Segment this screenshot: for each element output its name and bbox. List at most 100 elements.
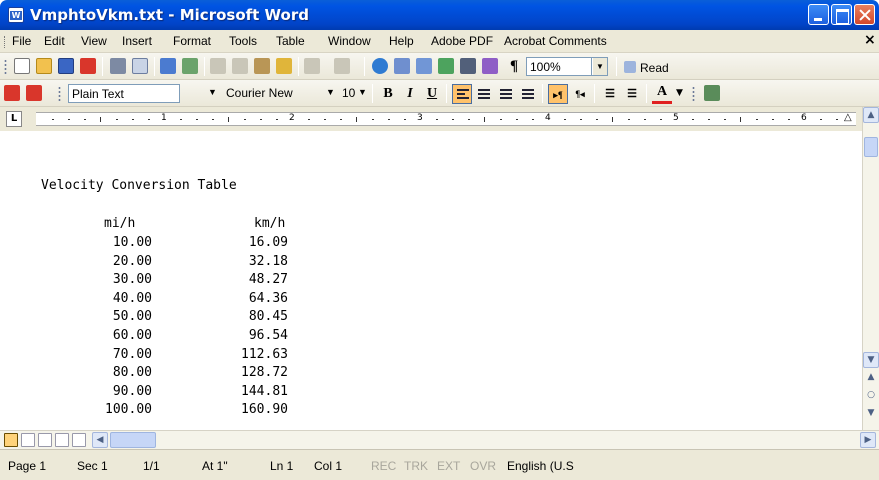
style-combo[interactable]: Plain Text (68, 84, 180, 103)
next-page-icon[interactable]: ▼ (863, 406, 879, 422)
new-document-icon[interactable] (14, 58, 30, 74)
zoom-dropdown[interactable]: ▼ (592, 57, 608, 76)
justify-button[interactable] (518, 84, 538, 104)
bold-button[interactable]: B (378, 84, 398, 104)
read-button[interactable]: Read (640, 61, 669, 75)
right-to-left-button[interactable]: ¶◂ (570, 84, 590, 104)
menu-help[interactable]: Help (389, 34, 414, 48)
bullets-button[interactable]: ☰ (622, 84, 642, 104)
italic-button[interactable]: I (400, 84, 420, 104)
align-left-button[interactable] (452, 84, 472, 104)
status-ext[interactable]: EXT (437, 459, 460, 473)
tables-borders-icon[interactable] (394, 58, 410, 74)
minimize-button[interactable] (808, 4, 829, 25)
ruler-number: 2 (289, 113, 295, 123)
open-folder-icon[interactable] (36, 58, 52, 74)
spelling-grammar-icon[interactable] (160, 58, 176, 74)
copy-icon[interactable] (232, 58, 248, 74)
font-combo[interactable]: ▼ Courier New (208, 84, 318, 103)
menu-file[interactable]: File (12, 34, 31, 48)
menu-acrobat-comments[interactable]: Acrobat Comments (504, 34, 607, 48)
separator (646, 84, 647, 103)
show-hide-pilcrow-icon[interactable]: ¶ (506, 58, 522, 74)
cut-icon[interactable] (210, 58, 226, 74)
outline-view-icon[interactable] (55, 433, 69, 447)
hyperlink-icon[interactable] (372, 58, 388, 74)
chevron-down-icon: ▼ (208, 87, 217, 97)
select-browse-object-icon[interactable]: ○ (863, 388, 879, 404)
drawing-icon[interactable] (482, 58, 498, 74)
close-button[interactable] (854, 4, 875, 25)
title-bar[interactable]: W VmphtoVkm.txt - Microsoft Word (0, 0, 879, 30)
ruler-tick (260, 119, 262, 120)
scroll-right-icon[interactable]: ▶ (860, 432, 876, 448)
toolbar-grip[interactable] (4, 59, 7, 75)
scroll-left-icon[interactable]: ◀ (92, 432, 108, 448)
zoom-combo[interactable]: 100% (526, 57, 592, 76)
menu-format[interactable]: Format (173, 34, 211, 48)
underline-button[interactable]: U (422, 84, 442, 104)
mph-value: 10.00 (112, 235, 152, 250)
left-to-right-button[interactable]: ▸¶ (548, 84, 568, 104)
document-page[interactable]: Velocity Conversion Table mi/h km/h 10.0… (0, 131, 862, 430)
reading-layout-view-icon[interactable] (72, 433, 86, 447)
format-painter-icon[interactable] (276, 58, 292, 74)
horizontal-scroll-thumb[interactable] (110, 432, 156, 448)
previous-page-icon[interactable]: ▲ (863, 370, 879, 386)
tab-selector-icon[interactable]: L (6, 111, 22, 127)
print-preview-icon[interactable] (132, 58, 148, 74)
print-icon[interactable] (110, 58, 126, 74)
scroll-up-icon[interactable]: ▲ (863, 107, 879, 123)
status-ovr[interactable]: OVR (470, 459, 496, 473)
insert-excel-icon[interactable] (438, 58, 454, 74)
menu-tools[interactable]: Tools (229, 34, 257, 48)
toolbar-grip[interactable] (692, 86, 695, 102)
print-layout-view-icon[interactable] (38, 433, 52, 447)
save-icon[interactable] (58, 58, 74, 74)
status-rec[interactable]: REC (371, 459, 396, 473)
scroll-down-icon[interactable]: ▼ (863, 352, 879, 368)
ruler-number: 5 (673, 113, 679, 123)
menu-table[interactable]: Table (276, 34, 305, 48)
web-layout-view-icon[interactable] (21, 433, 35, 447)
document-close-icon[interactable]: × (864, 32, 876, 48)
separator (102, 57, 103, 76)
menu-edit[interactable]: Edit (44, 34, 65, 48)
horizontal-ruler[interactable]: 1 2 3 4 5 6 (36, 112, 856, 126)
menu-view[interactable]: View (81, 34, 107, 48)
scroll-thumb[interactable] (864, 137, 878, 157)
menu-adobe-pdf[interactable]: Adobe PDF (431, 34, 493, 48)
maximize-button[interactable] (831, 4, 852, 25)
menu-insert[interactable]: Insert (122, 34, 152, 48)
align-center-button[interactable] (474, 84, 494, 104)
columns-icon[interactable] (460, 58, 476, 74)
kmh-value: 160.90 (241, 402, 288, 418)
chevron-down-icon[interactable]: ▼ (676, 88, 683, 98)
convert-to-pdf-icon[interactable] (4, 85, 20, 101)
right-indent-marker-icon[interactable]: △ (844, 112, 852, 123)
insert-table-icon[interactable] (416, 58, 432, 74)
kmh-value: 80.45 (248, 309, 288, 325)
research-icon[interactable] (182, 58, 198, 74)
redo-icon[interactable] (334, 58, 350, 74)
pdf-and-email-icon[interactable] (26, 85, 42, 101)
normal-view-icon[interactable] (4, 433, 18, 447)
font-color-button[interactable]: A (652, 84, 672, 104)
permission-icon[interactable] (80, 58, 96, 74)
font-size-combo[interactable]: ▼ 10 ▼ (326, 84, 368, 103)
paste-icon[interactable] (254, 58, 270, 74)
ruler-tick (68, 119, 70, 120)
word-app-icon[interactable]: W (8, 7, 24, 23)
vertical-scrollbar[interactable]: ▲ ▼ ▲ ○ ▼ (862, 107, 879, 430)
status-trk[interactable]: TRK (404, 459, 428, 473)
more-buttons-icon[interactable] (704, 85, 720, 101)
ruler-tick (516, 119, 518, 120)
toolbar-grip[interactable] (58, 86, 61, 102)
undo-icon[interactable] (304, 58, 320, 74)
align-right-button[interactable] (496, 84, 516, 104)
menu-grip[interactable] (4, 36, 7, 48)
read-icon[interactable] (624, 61, 636, 73)
horizontal-scrollbar[interactable]: ◀ ▶ (0, 430, 879, 449)
numbering-button[interactable]: ☰ (600, 84, 620, 104)
menu-window[interactable]: Window (328, 34, 371, 48)
